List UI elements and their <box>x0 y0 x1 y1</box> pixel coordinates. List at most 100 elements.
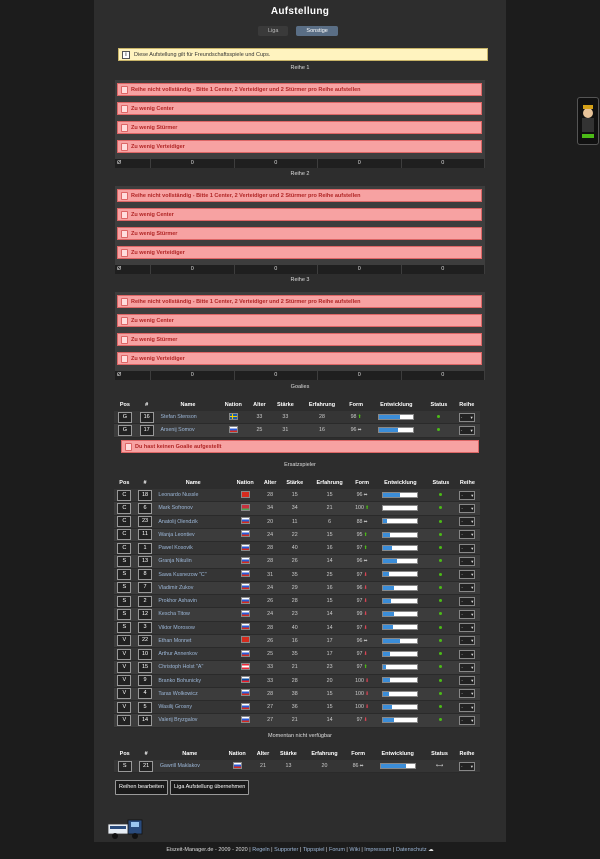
age-cell: 24 <box>259 528 281 543</box>
line-select[interactable]: - ▾ <box>459 543 476 553</box>
player-name-link[interactable]: Arthur Annenkov <box>155 647 232 662</box>
player-row[interactable]: V 9 Branko Bohunicky 33 28 20 100⬇ - ▾ <box>114 674 480 688</box>
form-cell: 100⬇ <box>350 674 374 688</box>
line-select[interactable]: - ▾ <box>459 609 476 619</box>
line-select[interactable]: - ▾ <box>459 517 476 527</box>
player-row[interactable]: S 13 Granja Nikulin 28 26 14 96⬌ - ▾ <box>114 554 480 569</box>
line-select[interactable]: - ▾ <box>459 676 476 686</box>
line-cell: - ▾ <box>454 515 480 529</box>
player-name-link[interactable]: Valerij Bryzgalov <box>155 713 232 728</box>
player-row[interactable]: V 22 Ethan Monnet 26 16 17 96⬌ - ▾ <box>114 634 480 649</box>
line-select[interactable]: - ▾ <box>459 583 476 593</box>
column-header: Reihe <box>453 747 480 760</box>
player-name-link[interactable]: Arsenij Somov <box>157 423 219 438</box>
player-row[interactable]: S 3 Viktor Morosow 28 40 14 97⬇ - ▾ <box>114 621 480 635</box>
player-name-link[interactable]: Mark Sofronov <box>155 501 232 516</box>
footer-link-datenschutz[interactable]: Datenschutz <box>396 847 427 853</box>
status-cell <box>426 489 455 503</box>
footer-link-impressum[interactable]: Impressum <box>364 847 391 853</box>
player-row[interactable]: S 7 Vladimir Zukov 24 29 16 96⬇ - ▾ <box>114 581 480 596</box>
line-select[interactable]: - ▾ <box>459 530 476 540</box>
form-cell: 88⬌ <box>350 515 374 529</box>
player-name-link[interactable]: Granja Nikulin <box>155 554 232 569</box>
player-name-link[interactable]: Christoph Holst "A" <box>155 660 232 675</box>
player-row[interactable]: S 8 Sawa Kusnezow "C" 31 35 25 97⬇ - ▾ <box>114 568 480 582</box>
player-row[interactable]: C 1 Pawel Kosovik 28 40 16 97⬆ - ▾ <box>114 541 480 556</box>
footer-link-wiki[interactable]: Wiki <box>349 847 359 853</box>
player-name-link[interactable]: Leonardo Nussle <box>155 489 232 503</box>
tab-liga[interactable]: Liga <box>258 26 289 36</box>
footer-link-forum[interactable]: Forum <box>329 847 345 853</box>
status-ok-icon <box>437 415 441 419</box>
player-name-link[interactable]: Prokhor Ashavin <box>155 594 232 609</box>
error-text: Du hast keinen Goalie aufgestellt <box>135 443 222 450</box>
age-cell: 28 <box>259 541 281 556</box>
edit-lines-button[interactable]: Reihen bearbeiten <box>115 780 168 795</box>
nation-cell <box>231 713 260 728</box>
player-name-link[interactable]: Kescha Titow <box>155 607 232 622</box>
experience-cell: 17 <box>308 647 351 662</box>
status-cell <box>426 621 455 635</box>
player-name-link[interactable]: Wanja Leontiev <box>155 528 232 543</box>
form-cell: 97⬇ <box>350 621 374 635</box>
line-select[interactable]: - ▾ <box>459 570 476 580</box>
line-select[interactable]: - ▾ <box>459 715 476 725</box>
footer-link-supporter[interactable]: Supporter <box>274 847 298 853</box>
chevron-down-icon: ▾ <box>471 625 474 631</box>
line-select[interactable]: - ▾ <box>459 662 476 672</box>
line-select[interactable]: - ▾ <box>459 689 476 699</box>
line-select[interactable]: - ▾ <box>458 425 475 435</box>
player-name-link[interactable]: Viktor Morosow <box>155 621 232 635</box>
apply-league-lineup-button[interactable]: Liga Aufstellung übernehmen <box>170 780 250 795</box>
player-name-link[interactable]: Pawel Kosovik <box>155 541 232 556</box>
flag-icon <box>240 596 250 604</box>
line-select[interactable]: - ▾ <box>459 649 476 659</box>
age-cell: 24 <box>259 581 281 596</box>
line-select[interactable]: - ▾ <box>458 761 475 771</box>
status-ok-icon <box>439 546 443 550</box>
player-row[interactable]: V 5 Wasilij Grosny 27 36 15 100⬇ - ▾ <box>114 700 480 715</box>
player-row[interactable]: S 21 Gawrill Maklakov 21 13 20 86⬌ ⟷ - ▾ <box>114 760 480 774</box>
chat-widget[interactable] <box>577 97 599 145</box>
player-name-link[interactable]: Sawa Kusnezow "C" <box>155 568 232 582</box>
player-name-link[interactable]: Gawrill Maklakov <box>156 760 223 774</box>
tab-sonstige[interactable]: Sonstige <box>296 26 338 36</box>
line-summary-row: Ø0000 <box>115 265 485 274</box>
line-select[interactable]: - ▾ <box>458 412 475 422</box>
line-select[interactable]: - ▾ <box>459 702 476 712</box>
player-row[interactable]: G 16 Stefan Stenson 33 33 28 98⬆ - ▾ <box>114 411 480 425</box>
player-row[interactable]: C 23 Anatolij Olendzik 20 11 6 88⬌ - ▾ <box>114 515 480 529</box>
player-name-link[interactable]: Branko Bohunicky <box>155 674 232 688</box>
line-select[interactable]: - ▾ <box>459 490 476 500</box>
experience-cell: 15 <box>308 700 351 715</box>
player-name-link[interactable]: Vladimir Zukov <box>155 581 232 596</box>
player-row[interactable]: C 18 Leonardo Nussle 28 15 15 96⬌ - ▾ <box>114 489 480 503</box>
line-select[interactable]: - ▾ <box>459 636 476 646</box>
line-select[interactable]: - ▾ <box>459 596 476 606</box>
line-select[interactable]: - ▾ <box>459 556 476 566</box>
age-cell: 26 <box>259 634 281 649</box>
player-row[interactable]: V 14 Valerij Bryzgalov 27 21 14 97⬇ - ▾ <box>114 713 480 728</box>
player-name-link[interactable]: Stefan Stenson <box>157 411 219 425</box>
player-name-link[interactable]: Anatolij Olendzik <box>155 515 232 529</box>
column-header: Entwicklung <box>373 476 427 489</box>
player-row[interactable]: C 6 Mark Sofronov 34 34 21 100⬆ - ▾ <box>114 501 480 516</box>
age-cell: 33 <box>259 674 281 688</box>
player-name-link[interactable]: Ethan Monnet <box>155 634 232 649</box>
line-select[interactable]: - ▾ <box>459 623 476 633</box>
summary-cell: 0 <box>235 159 318 168</box>
number-cell: 14 <box>134 713 156 728</box>
player-row[interactable]: S 2 Prokhor Ashavin 26 28 15 97⬇ - ▾ <box>114 594 480 609</box>
player-row[interactable]: G 17 Arsenij Somov 25 31 16 96⬌ - ▾ <box>114 423 480 438</box>
line-select[interactable]: - ▾ <box>459 503 476 513</box>
player-row[interactable]: S 12 Kescha Titow 24 23 14 99⬇ - ▾ <box>114 607 480 622</box>
player-name-link[interactable]: Wasilij Grosny <box>155 700 232 715</box>
player-name-link[interactable]: Taras Wolkowicz <box>155 687 232 702</box>
cloud-icon: ☁ <box>428 847 434 853</box>
player-row[interactable]: V 15 Christoph Holst "A" 33 21 23 97⬆ - ▾ <box>114 660 480 675</box>
footer-link-tippspiel[interactable]: Tippspiel <box>303 847 325 853</box>
player-row[interactable]: V 10 Arthur Annenkov 25 35 17 97⬇ - ▾ <box>114 647 480 662</box>
footer-link-regeln[interactable]: Regeln <box>252 847 269 853</box>
player-row[interactable]: C 11 Wanja Leontiev 24 22 15 95⬆ - ▾ <box>114 528 480 543</box>
player-row[interactable]: V 4 Taras Wolkowicz 28 38 15 100⬇ - ▾ <box>114 687 480 702</box>
